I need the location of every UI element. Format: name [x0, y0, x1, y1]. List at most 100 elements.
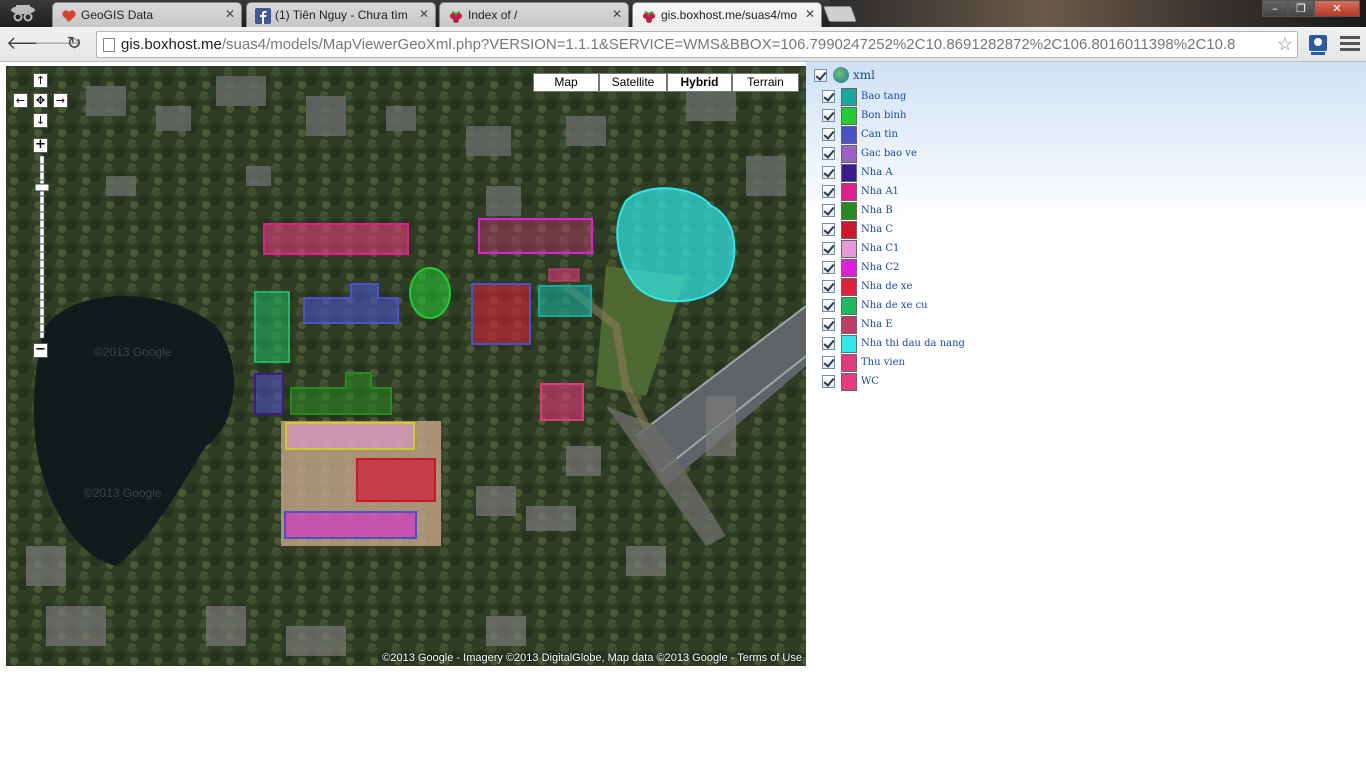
layer-color-swatch	[841, 315, 857, 334]
minimize-button[interactable]: –	[1262, 0, 1288, 17]
zoom-slider[interactable]	[35, 156, 49, 338]
layer-item[interactable]: Nha de xe cu	[822, 296, 928, 315]
close-tab-icon[interactable]: ✕	[419, 7, 429, 21]
layer-label[interactable]: Nha E	[861, 319, 893, 330]
layer-color-swatch	[841, 125, 857, 144]
layer-item[interactable]: Thu vien	[822, 353, 905, 372]
layer-label[interactable]: Bao tang	[861, 91, 906, 102]
layer-checkbox[interactable]	[822, 109, 835, 122]
pan-up-icon[interactable]: ↑	[33, 73, 48, 88]
layer-color-swatch	[841, 182, 857, 201]
layer-checkbox[interactable]	[822, 204, 835, 217]
forward-button[interactable]: 🡒	[34, 32, 82, 56]
pan-down-icon[interactable]: ↓	[33, 113, 48, 128]
layer-root-label[interactable]: xml	[853, 68, 875, 82]
layer-label[interactable]: Nha de xe	[861, 281, 912, 292]
layer-checkbox[interactable]	[822, 185, 835, 198]
pan-left-icon[interactable]: ←	[13, 93, 28, 108]
layer-checkbox[interactable]	[822, 90, 835, 103]
tab-index[interactable]: Index of / ✕	[439, 2, 629, 27]
layer-item[interactable]: Bao tang	[822, 87, 906, 106]
layer-color-swatch	[841, 372, 857, 391]
layer-checkbox[interactable]	[822, 318, 835, 331]
layer-item[interactable]: Can tin	[822, 125, 898, 144]
map-copyright[interactable]: ©2013 Google - Imagery ©2013 DigitalGlob…	[382, 652, 802, 664]
map-canvas[interactable]: ©2013 Google ©2013 Google Map Satellite …	[6, 66, 806, 666]
layer-label[interactable]: Gac bao ve	[861, 148, 917, 159]
layer-color-swatch	[841, 258, 857, 277]
map-type-hybrid-button[interactable]: Hybrid	[667, 73, 732, 92]
map-type-map-button[interactable]: Map	[533, 73, 599, 92]
layer-label[interactable]: Can tin	[861, 129, 898, 140]
window-controls: – ❐ ✕	[1262, 0, 1360, 18]
maximize-button[interactable]: ❐	[1288, 0, 1314, 17]
bookmark-star-icon[interactable]: ☆	[1277, 32, 1293, 57]
layer-item[interactable]: Nha de xe	[822, 277, 912, 296]
close-tab-icon[interactable]: ✕	[225, 7, 235, 21]
map-type-satellite-button[interactable]: Satellite	[599, 73, 667, 92]
layer-item[interactable]: Nha B	[822, 201, 893, 220]
layer-label[interactable]: WC	[861, 376, 879, 387]
layer-label[interactable]: Nha A1	[861, 186, 899, 197]
tab-title: gis.boxhost.me/suas4/mo	[661, 8, 798, 22]
layer-label[interactable]: Nha A	[861, 167, 893, 178]
layer-checkbox[interactable]	[822, 242, 835, 255]
layer-root: xml	[814, 67, 875, 83]
layer-checkbox[interactable]	[822, 261, 835, 274]
close-tab-icon[interactable]: ✕	[805, 7, 815, 21]
tab-geogis[interactable]: GeoGIS Data ✕	[52, 2, 242, 27]
layer-checkbox[interactable]	[822, 375, 835, 388]
layer-item[interactable]: Nha A1	[822, 182, 899, 201]
reload-button[interactable]: ↻	[62, 32, 86, 56]
layer-item[interactable]: Nha C	[822, 220, 893, 239]
layer-checkbox[interactable]	[822, 128, 835, 141]
layer-checkbox[interactable]	[822, 223, 835, 236]
url-path: /suas4/models/MapViewerGeoXml.php?VERSIO…	[221, 36, 1236, 53]
layer-item[interactable]: Nha C1	[822, 239, 899, 258]
tab-title: GeoGIS Data	[81, 8, 154, 22]
layer-label[interactable]: Nha C2	[861, 262, 899, 273]
globe-icon	[833, 67, 849, 83]
layer-item[interactable]: Nha thi dau da nang	[822, 334, 965, 353]
layer-color-swatch	[841, 239, 857, 258]
raspberry-icon	[450, 11, 462, 23]
layer-item[interactable]: Gac bao ve	[822, 144, 917, 163]
layer-label[interactable]: Thu vien	[861, 357, 905, 368]
heart-icon	[62, 10, 76, 22]
layer-checkbox[interactable]	[822, 166, 835, 179]
close-window-button[interactable]: ✕	[1314, 0, 1360, 17]
pan-right-icon[interactable]: →	[53, 93, 68, 108]
layer-label[interactable]: Nha C	[861, 224, 893, 235]
layer-label[interactable]: Nha B	[861, 205, 893, 216]
layer-label[interactable]: Nha de xe cu	[861, 300, 928, 311]
map-type-terrain-button[interactable]: Terrain	[732, 73, 799, 92]
layer-checkbox[interactable]	[822, 280, 835, 293]
layer-label[interactable]: Nha C1	[861, 243, 899, 254]
layer-color-swatch	[841, 353, 857, 372]
layer-checkbox[interactable]	[822, 356, 835, 369]
new-tab-button[interactable]	[823, 6, 857, 22]
layer-checkbox[interactable]	[822, 337, 835, 350]
menu-icon[interactable]	[1340, 33, 1360, 55]
zoom-in-button[interactable]: +	[33, 138, 48, 153]
zoom-out-button[interactable]: −	[33, 343, 48, 358]
layer-item[interactable]: Nha A	[822, 163, 893, 182]
extension-icon[interactable]	[1306, 31, 1330, 57]
zoom-handle	[35, 183, 49, 192]
layer-label[interactable]: Nha thi dau da nang	[861, 338, 965, 349]
tab-title: (1) Tiên Nguy - Chưa tìm	[275, 8, 408, 22]
tab-facebook[interactable]: (1) Tiên Nguy - Chưa tìm ✕	[246, 2, 436, 27]
layer-checkbox[interactable]	[822, 147, 835, 160]
layer-root-checkbox[interactable]	[814, 68, 827, 82]
back-button[interactable]: 🡐	[6, 32, 54, 56]
address-bar[interactable]: gis.boxhost.me/suas4/models/MapViewerGeo…	[96, 31, 1298, 58]
layer-label[interactable]: Bon binh	[861, 110, 906, 121]
pan-center-icon[interactable]: ✥	[33, 93, 48, 108]
layer-item[interactable]: Nha E	[822, 315, 893, 334]
layer-item[interactable]: Nha C2	[822, 258, 899, 277]
tab-mapviewer[interactable]: gis.boxhost.me/suas4/mo ✕	[632, 2, 822, 27]
layer-item[interactable]: Bon binh	[822, 106, 906, 125]
close-tab-icon[interactable]: ✕	[612, 7, 622, 21]
layer-item[interactable]: WC	[822, 372, 879, 391]
layer-checkbox[interactable]	[822, 299, 835, 312]
